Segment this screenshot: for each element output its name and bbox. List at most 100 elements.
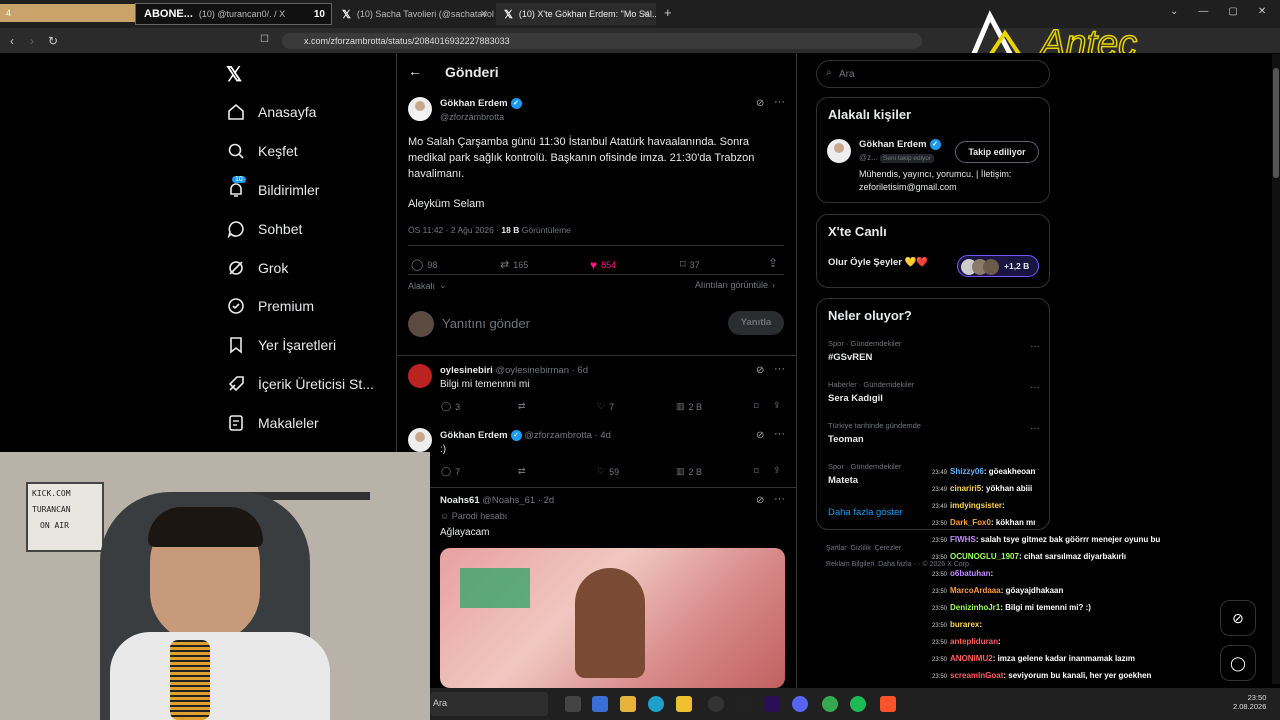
more-icon[interactable]: ···: [1030, 382, 1040, 393]
repost-button[interactable]: ⇄ 165: [500, 258, 528, 271]
reply-input[interactable]: Yanıtını gönder: [442, 316, 530, 331]
url-field[interactable]: x.com/zforzambrotta/status/2084016932227…: [282, 33, 922, 49]
sidebar-item-articles[interactable]: Makaleler: [226, 413, 319, 433]
tab-stream[interactable]: ABONE... (10) @turancan0/. / X 10: [135, 3, 332, 25]
bookmark-button[interactable]: ⌑ 37: [680, 258, 700, 271]
following-button[interactable]: Takip ediliyor: [955, 141, 1039, 163]
back-icon[interactable]: ‹: [10, 34, 14, 48]
live-item-title[interactable]: Olur Öyle Şeyler 💛❤️: [828, 257, 928, 268]
store-icon[interactable]: [592, 696, 608, 712]
share-icon[interactable]: ⇪: [773, 465, 781, 476]
grok-icon[interactable]: ⊘: [756, 365, 764, 376]
sidebar-item-bookmarks[interactable]: Yer İşaretleri: [226, 335, 336, 355]
edge-icon[interactable]: [648, 696, 664, 712]
chrome-icon[interactable]: [822, 696, 838, 712]
trend-item[interactable]: Spor · Gündemdekiler #GSvREN ···: [828, 339, 1040, 363]
reply-button[interactable]: ◯ 98: [411, 258, 437, 271]
trend-item[interactable]: Haberler · Gündemdekiler Sera Kadıgil ··…: [828, 380, 1040, 404]
avatar[interactable]: [827, 139, 851, 163]
avatar[interactable]: [408, 97, 432, 121]
sidebar-item-explore[interactable]: Keşfet: [226, 141, 298, 161]
sidebar-item-grok[interactable]: Grok: [226, 258, 288, 278]
messages-floating-button[interactable]: ◯: [1220, 645, 1256, 681]
view-quotes-link[interactable]: Alıntıları görüntüle ›: [695, 280, 775, 290]
sidebar-item-notifications[interactable]: 10 Bildirimler: [226, 176, 319, 200]
close-icon[interactable]: ✕: [1258, 6, 1266, 17]
footer-links-2[interactable]: Reklam Bilgileri Daha fazla ··· © 2026 X…: [826, 561, 971, 568]
like-button[interactable]: ♡ 59: [597, 466, 619, 477]
obs-icon[interactable]: [708, 696, 724, 712]
grok-icon[interactable]: ⊘: [756, 98, 764, 109]
footer-links[interactable]: Şartlar Gizlilik Çerezler: [826, 545, 901, 552]
related-dropdown[interactable]: Alakalı ⌄: [408, 280, 447, 291]
app-icon[interactable]: [676, 696, 692, 712]
more-icon[interactable]: ···: [774, 96, 785, 108]
views-button[interactable]: ▥ 2 B: [676, 466, 702, 477]
tab-gokhan[interactable]: 𝕏 (10) X'te Gökhan Erdem: "Mo Sal... ✕: [496, 3, 656, 25]
grok-floating-button[interactable]: ⊘: [1220, 600, 1256, 636]
more-icon[interactable]: ···: [1030, 423, 1040, 434]
avatar[interactable]: [408, 364, 432, 388]
reply-button[interactable]: ◯ 3: [441, 401, 460, 412]
live-avatars-pill[interactable]: +1,2 B: [957, 255, 1039, 277]
more-icon[interactable]: ···: [774, 363, 785, 375]
close-icon[interactable]: ✕: [480, 9, 488, 20]
scrollbar[interactable]: [1272, 54, 1280, 684]
premiere-icon[interactable]: [764, 696, 780, 712]
tab-sacha[interactable]: 𝕏 (10) Sacha Tavolieri (@sachatavolieri.…: [334, 3, 494, 25]
discord-icon[interactable]: [792, 696, 808, 712]
sidebar-item-chat[interactable]: Sohbet: [226, 219, 302, 239]
clock[interactable]: 23:50 2.08.2026: [1233, 693, 1266, 711]
avatar[interactable]: [408, 428, 432, 452]
person-bio: Mühendis, yayıncı, yorumcu. | İletişim: …: [859, 169, 1012, 192]
post-handle[interactable]: @zforzambrotta: [440, 112, 504, 122]
bookmark-icon[interactable]: ☐: [260, 34, 269, 45]
post-time[interactable]: ÖS 11:42 · 2 Ağu 2026 ·: [408, 225, 499, 235]
new-tab-button[interactable]: +: [664, 5, 672, 20]
more-icon[interactable]: ···: [1030, 341, 1040, 352]
bookmark-icon[interactable]: ⌑: [754, 401, 759, 412]
chat-time: 23:50: [932, 640, 948, 646]
back-arrow-icon[interactable]: ←: [408, 63, 422, 79]
chat-text: :: [998, 637, 1001, 646]
views-button[interactable]: ▥ 2 B: [676, 401, 702, 412]
share-icon[interactable]: ⇪: [768, 256, 778, 270]
reply-button[interactable]: ◯ 7: [441, 466, 460, 477]
like-button[interactable]: ♥ 854: [590, 258, 616, 272]
share-icon[interactable]: ⇪: [773, 400, 781, 411]
capcut-icon[interactable]: [736, 696, 752, 712]
poster-line-2: TURANCAN: [32, 505, 71, 514]
grok-icon[interactable]: ⊘: [756, 495, 764, 506]
scrollbar-thumb[interactable]: [1273, 68, 1279, 178]
close-icon[interactable]: ✕: [642, 9, 650, 20]
like-button[interactable]: ♡ 7: [597, 401, 614, 412]
reply-author[interactable]: oylesinebiri @oylesinebirman · 6d: [440, 365, 588, 376]
reply-author[interactable]: Noahs61 @Noahs_61 · 2d: [440, 495, 554, 506]
grok-icon[interactable]: ⊘: [756, 430, 764, 441]
search-placeholder: Ara: [839, 69, 855, 80]
reply-author[interactable]: Gökhan Erdem ✓ @zforzambrotta · 4d: [440, 430, 611, 441]
sidebar-item-home[interactable]: Anasayfa: [226, 102, 316, 122]
spotify-icon[interactable]: [850, 696, 866, 712]
post-author[interactable]: Gökhan Erdem ✓: [440, 98, 522, 109]
forward-icon[interactable]: ›: [30, 34, 34, 48]
search-input[interactable]: ⌕ Ara: [816, 60, 1050, 88]
reply-button-submit[interactable]: Yanıtla: [728, 311, 784, 335]
repost-button[interactable]: ⇄: [518, 401, 526, 412]
repost-button[interactable]: ⇄: [518, 466, 526, 477]
taskbar-search[interactable]: Ara: [430, 692, 548, 716]
more-icon[interactable]: ···: [774, 428, 785, 440]
bookmark-icon[interactable]: ⌑: [754, 466, 759, 477]
sidebar-item-creator-studio[interactable]: İçerik Üreticisi St...: [226, 374, 374, 394]
show-more-link[interactable]: Daha fazla göster: [828, 507, 902, 518]
folder-icon[interactable]: [620, 696, 636, 712]
person-name[interactable]: Gökhan Erdem ✓: [859, 139, 941, 150]
brave-icon[interactable]: [880, 696, 896, 712]
sidebar-item-premium[interactable]: Premium: [226, 296, 314, 316]
trend-item[interactable]: Türkiye tarihinde gündemde Teoman ···: [828, 421, 1040, 445]
reload-icon[interactable]: ↻: [48, 34, 58, 48]
x-logo-icon[interactable]: 𝕏: [226, 62, 242, 87]
more-icon[interactable]: ···: [774, 493, 785, 505]
task-view-icon[interactable]: [565, 696, 581, 712]
reply-media-image[interactable]: [440, 548, 785, 688]
